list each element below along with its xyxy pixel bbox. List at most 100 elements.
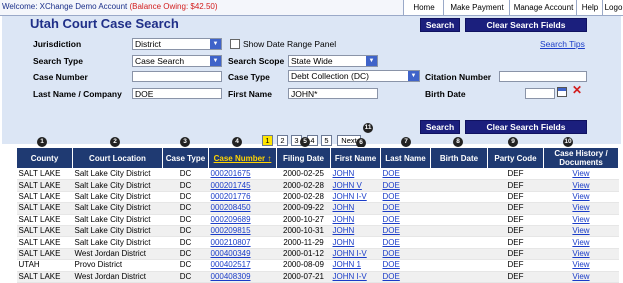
search-button-bottom[interactable]: Search: [420, 120, 460, 134]
cell-first-name-link[interactable]: JOHN I-V: [333, 272, 367, 281]
cell-first-name-link[interactable]: JOHN I-V: [333, 192, 367, 201]
cell-last-name: DOE: [380, 259, 431, 272]
cell-view-link: View: [543, 202, 619, 215]
table-row: UTAH Provo District DC 000402517 2000-08-09 J…: [16, 259, 619, 272]
cell-case-type: DC: [162, 214, 209, 226]
page-2-link[interactable]: 2: [277, 135, 288, 146]
cell-case-number-link[interactable]: 000209815: [211, 226, 251, 235]
cell-case-number-link[interactable]: 000201675: [211, 169, 251, 178]
nav-logout[interactable]: Logo: [602, 0, 623, 15]
cell-view-link-link[interactable]: View: [572, 249, 589, 258]
cell-court-location: West Jordan District: [72, 248, 163, 261]
cell-view-link-link[interactable]: View: [572, 215, 589, 224]
nav-manage-account[interactable]: Manage Account: [509, 0, 577, 15]
search-scope-select[interactable]: State Wide ▼: [288, 55, 378, 67]
cell-birth-date: [430, 179, 488, 192]
cell-case-number-link[interactable]: 000208450: [211, 203, 251, 212]
cell-last-name-link[interactable]: DOE: [383, 226, 400, 235]
callout-marker-3: 3: [180, 137, 190, 147]
date-range-checkbox[interactable]: [230, 39, 240, 49]
case-type-label: Case Type: [228, 72, 270, 82]
cell-birth-date: [430, 225, 488, 238]
cell-view-link-link[interactable]: View: [572, 192, 589, 201]
clear-search-fields-button-top[interactable]: Clear Search Fields: [465, 18, 587, 32]
cell-case-number-link[interactable]: 000201745: [211, 181, 251, 190]
cell-first-name-link[interactable]: JOHN: [333, 215, 355, 224]
nav-home[interactable]: Home: [403, 0, 444, 15]
column-header-case-type[interactable]: Case Type: [162, 147, 209, 169]
cell-view-link-link[interactable]: View: [572, 203, 589, 212]
cell-first-name: JOHN 1: [330, 259, 381, 272]
nav-help[interactable]: Help: [576, 0, 603, 15]
search-button-top[interactable]: Search: [420, 18, 460, 32]
cell-case-number-link[interactable]: 000201776: [211, 192, 251, 201]
cell-birth-date: [430, 202, 488, 215]
cell-last-name-link[interactable]: DOE: [383, 238, 400, 247]
search-scope-value: State Wide: [291, 56, 333, 66]
cell-first-name-link[interactable]: JOHN: [333, 203, 355, 212]
column-header-county[interactable]: County: [16, 147, 73, 169]
callout-marker-1: 1: [37, 137, 47, 147]
cell-last-name-link[interactable]: DOE: [383, 181, 400, 190]
search-type-select[interactable]: Case Search ▼: [132, 55, 222, 67]
cell-last-name-link[interactable]: DOE: [383, 260, 400, 269]
citation-number-label: Citation Number: [425, 72, 492, 82]
cell-first-name-link[interactable]: JOHN V: [333, 181, 362, 190]
jurisdiction-select[interactable]: District ▼: [132, 38, 222, 50]
search-tips-link[interactable]: Search Tips: [540, 39, 585, 49]
cell-court-location: Salt Lake City District: [72, 202, 163, 215]
chevron-down-icon: ▼: [366, 56, 377, 66]
cell-case-number-link[interactable]: 000402517: [211, 260, 251, 269]
page-5-link[interactable]: 5: [321, 135, 332, 146]
page-title: Utah Court Case Search: [30, 16, 179, 31]
cell-case-number-link[interactable]: 000408309: [211, 272, 251, 281]
cell-first-name-link[interactable]: JOHN: [333, 226, 355, 235]
cell-first-name-link[interactable]: JOHN: [333, 238, 355, 247]
cell-last-name-link[interactable]: DOE: [383, 192, 400, 201]
cell-view-link-link[interactable]: View: [572, 181, 589, 190]
cell-case-number-link[interactable]: 000210807: [211, 238, 251, 247]
clear-search-fields-button-bottom[interactable]: Clear Search Fields: [465, 120, 587, 134]
cell-court-location: Salt Lake City District: [72, 236, 163, 249]
column-header-first-name[interactable]: First Name: [330, 147, 381, 169]
column-header-court-location[interactable]: Court Location: [72, 147, 163, 169]
column-header-filing-date[interactable]: Filing Date: [276, 147, 331, 169]
cell-case-number-link[interactable]: 000209689: [211, 215, 251, 224]
cell-view-link-link[interactable]: View: [572, 238, 589, 247]
cell-first-name-link[interactable]: JOHN I-V: [333, 249, 367, 258]
cell-view-link-link[interactable]: View: [572, 260, 589, 269]
cell-first-name: JOHN: [330, 202, 381, 215]
case-number-input[interactable]: [132, 71, 222, 82]
cell-last-name-link[interactable]: DOE: [383, 203, 400, 212]
column-header-case-history[interactable]: Case History / Documents: [543, 147, 619, 169]
column-header-case-number[interactable]: Case Number ↑: [208, 147, 277, 169]
cell-case-number-link[interactable]: 000400349: [211, 249, 251, 258]
birth-date-input[interactable]: [525, 88, 555, 99]
cell-last-name-link[interactable]: DOE: [383, 249, 400, 258]
first-name-input[interactable]: JOHN*: [288, 88, 378, 99]
clear-date-icon[interactable]: ✕: [572, 84, 582, 97]
calendar-icon[interactable]: [557, 87, 567, 97]
cell-last-name-link[interactable]: DOE: [383, 215, 400, 224]
column-header-birth-date[interactable]: Birth Date: [430, 147, 488, 169]
nav-make-payment[interactable]: Make Payment: [443, 0, 510, 15]
cell-view-link-link[interactable]: View: [572, 272, 589, 281]
cell-view-link-link[interactable]: View: [572, 226, 589, 235]
column-header-last-name[interactable]: Last Name: [380, 147, 431, 169]
citation-number-input[interactable]: [499, 71, 587, 82]
cell-case-type: DC: [162, 168, 209, 181]
cell-first-name-link[interactable]: JOHN: [333, 169, 355, 178]
cell-first-name-link[interactable]: JOHN 1: [333, 260, 361, 269]
column-header-party-code[interactable]: Party Code: [487, 147, 544, 169]
cell-view-link-link[interactable]: View: [572, 169, 589, 178]
cell-party-code: DEF: [487, 191, 544, 204]
last-name-input[interactable]: DOE: [132, 88, 222, 99]
cell-last-name-link[interactable]: DOE: [383, 272, 400, 281]
page-1-link[interactable]: 1: [262, 135, 273, 146]
cell-last-name-link[interactable]: DOE: [383, 169, 400, 178]
cell-case-number: 000201776: [208, 191, 277, 204]
case-type-select[interactable]: Debt Collection (DC) ▼: [288, 70, 420, 82]
cell-view-link: View: [543, 168, 619, 181]
cell-court-location: Salt Lake City District: [72, 191, 163, 204]
cell-filing-date: 2000-02-28: [276, 179, 331, 192]
